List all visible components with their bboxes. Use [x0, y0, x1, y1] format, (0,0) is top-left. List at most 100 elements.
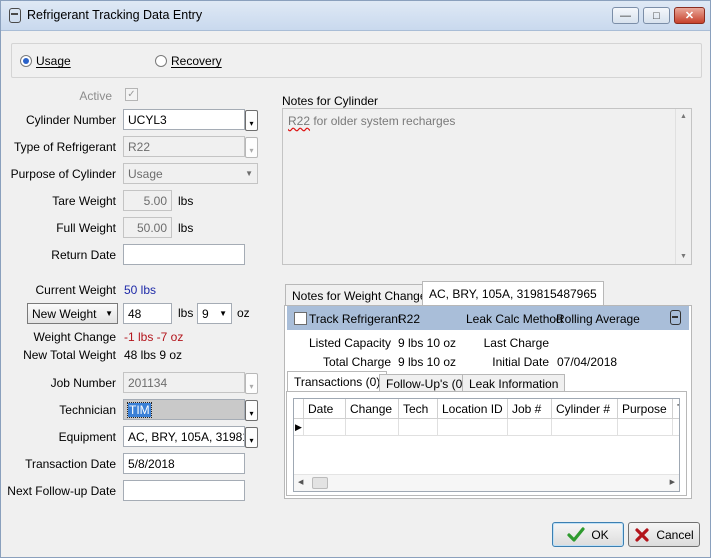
table-row-cell[interactable]: [438, 419, 508, 436]
tab-followups[interactable]: Follow-Up's (0): [379, 374, 474, 392]
type-refrigerant-label: Type of Refrigerant: [13, 140, 116, 154]
table-row-cell[interactable]: [618, 419, 673, 436]
return-date-input[interactable]: [123, 244, 245, 265]
tab-leak-information[interactable]: Leak Information: [462, 374, 566, 392]
recovery-radio[interactable]: [155, 55, 167, 67]
track-refrigerant-checkbox[interactable]: [294, 312, 307, 325]
full-weight-unit: lbs: [178, 221, 194, 235]
usage-radio[interactable]: [20, 55, 32, 67]
mode-group: [11, 43, 702, 78]
grid-horizontal-scrollbar[interactable]: ◀ ▶: [294, 474, 679, 491]
cylinder-number-lookup[interactable]: ▾: [245, 110, 258, 131]
current-weight-label: Current Weight: [35, 283, 116, 297]
window-app-icon: [9, 8, 21, 23]
weight-mode-value: New Weight: [32, 307, 97, 321]
scroll-down-icon: ▼: [680, 253, 687, 260]
full-weight-field: 50.00: [123, 217, 172, 238]
checkmark-icon: ✓: [127, 89, 136, 100]
weight-change-label: Weight Change: [33, 330, 117, 344]
transaction-date-input[interactable]: 5/8/2018: [123, 453, 245, 474]
cylinder-number-input[interactable]: UCYL3: [123, 109, 245, 130]
table-row-cell[interactable]: [552, 419, 618, 436]
table-row-cell[interactable]: [346, 419, 399, 436]
scroll-left-icon[interactable]: ◀: [298, 478, 303, 486]
tab-equipment[interactable]: AC, BRY, 105A, 319815487965: [422, 281, 604, 306]
notes-text: for older system recharges: [310, 114, 456, 128]
column-header-purpose[interactable]: Purpose: [618, 399, 673, 419]
scroll-up-icon: ▲: [680, 113, 687, 120]
table-row-cell[interactable]: [508, 419, 552, 436]
usage-radio-label[interactable]: Usage: [36, 54, 71, 68]
column-header-change[interactable]: Change: [346, 399, 399, 419]
table-row-cell[interactable]: [304, 419, 346, 436]
column-header-t[interactable]: T: [673, 399, 679, 419]
tab-weight-notes[interactable]: Notes for Weight Changes: [285, 284, 440, 306]
recovery-radio-label[interactable]: Recovery: [171, 54, 222, 68]
equipment-header-bar: Track Refrigerant R22 Leak Calc Method R…: [287, 306, 689, 330]
table-row-cell[interactable]: [399, 419, 438, 436]
cancel-button[interactable]: Cancel: [628, 522, 700, 547]
column-header-date[interactable]: Date: [304, 399, 346, 419]
scroll-thumb[interactable]: [312, 477, 328, 489]
weight-lbs-input[interactable]: 48: [123, 303, 172, 324]
total-charge-value: 9 lbs 10 oz: [398, 355, 457, 369]
chevron-down-icon: ▼: [105, 309, 113, 318]
job-number-lookup: ▾: [245, 373, 258, 394]
tab-transactions-label: Transactions (0): [294, 375, 381, 389]
weight-change-value: -1 lbs -7 oz: [124, 330, 184, 344]
weight-mode-select[interactable]: New Weight ▼: [27, 303, 118, 324]
minimize-button[interactable]: —: [612, 7, 639, 24]
notes-textarea[interactable]: R22 for older system recharges ▲ ▼: [282, 108, 692, 265]
check-icon: [567, 526, 585, 542]
title-bar[interactable]: Refrigerant Tracking Data Entry — □ ✕: [1, 1, 710, 31]
tab-leak-information-label: Leak Information: [469, 377, 559, 391]
tab-transactions[interactable]: Transactions (0): [287, 371, 388, 392]
technician-label: Technician: [59, 403, 116, 417]
job-number-field: 201134: [123, 372, 245, 393]
weight-oz-select[interactable]: 9 ▼: [197, 303, 232, 324]
new-total-value: 48 lbs 9 oz: [124, 348, 183, 362]
column-header-location[interactable]: Location ID: [438, 399, 508, 419]
cancel-button-label: Cancel: [656, 527, 694, 542]
chevron-down-icon: ▼: [219, 309, 227, 318]
cylinder-icon[interactable]: [670, 310, 681, 325]
close-button[interactable]: ✕: [674, 7, 705, 24]
initial-date-value: 07/04/2018: [557, 355, 618, 369]
row-marker-icon: ▶: [295, 422, 302, 432]
technician-input[interactable]: TIM: [123, 399, 245, 420]
equipment-lookup[interactable]: ▾: [245, 427, 258, 448]
grid-corner: [294, 399, 304, 419]
next-followup-input[interactable]: [123, 480, 245, 501]
new-total-label: New Total Weight: [23, 348, 116, 362]
column-header-job[interactable]: Job #: [508, 399, 552, 419]
leak-calc-value: Rolling Average: [556, 312, 640, 326]
return-date-label: Return Date: [51, 248, 116, 262]
column-header-tech[interactable]: Tech: [399, 399, 438, 419]
notes-scrollbar[interactable]: ▲ ▼: [675, 109, 691, 264]
transactions-grid[interactable]: Date Change Tech Location ID Job # Cylin…: [293, 398, 680, 492]
weight-oz-value: 9: [202, 307, 209, 321]
active-label: Active: [79, 89, 112, 103]
table-row-cell[interactable]: [673, 419, 679, 436]
scroll-right-icon[interactable]: ▶: [670, 478, 675, 486]
weight-lbs-unit: lbs: [178, 306, 194, 320]
notes-text-code: R22: [288, 114, 311, 128]
maximize-icon: □: [653, 9, 660, 22]
track-refrigerant-value: R22: [398, 312, 421, 326]
active-checkbox[interactable]: ✓: [125, 88, 138, 101]
close-icon: ✕: [684, 10, 695, 22]
technician-lookup[interactable]: ▾: [245, 400, 258, 421]
tab-followups-label: Follow-Up's (0): [386, 377, 467, 391]
ok-button[interactable]: OK: [552, 522, 624, 547]
tare-weight-label: Tare Weight: [52, 194, 116, 208]
x-icon: [635, 527, 649, 542]
maximize-button[interactable]: □: [643, 7, 670, 24]
next-followup-label: Next Follow-up Date: [7, 484, 116, 498]
leak-calc-label: Leak Calc Method: [466, 312, 563, 326]
equipment-input[interactable]: AC, BRY, 105A, 319815: [123, 426, 245, 447]
column-header-cylinder[interactable]: Cylinder #: [552, 399, 618, 419]
job-number-label: Job Number: [50, 376, 116, 390]
type-refrigerant-lookup: ▾: [245, 137, 258, 158]
cylinder-number-label: Cylinder Number: [25, 113, 116, 127]
tare-weight-field: 5.00: [123, 190, 172, 211]
